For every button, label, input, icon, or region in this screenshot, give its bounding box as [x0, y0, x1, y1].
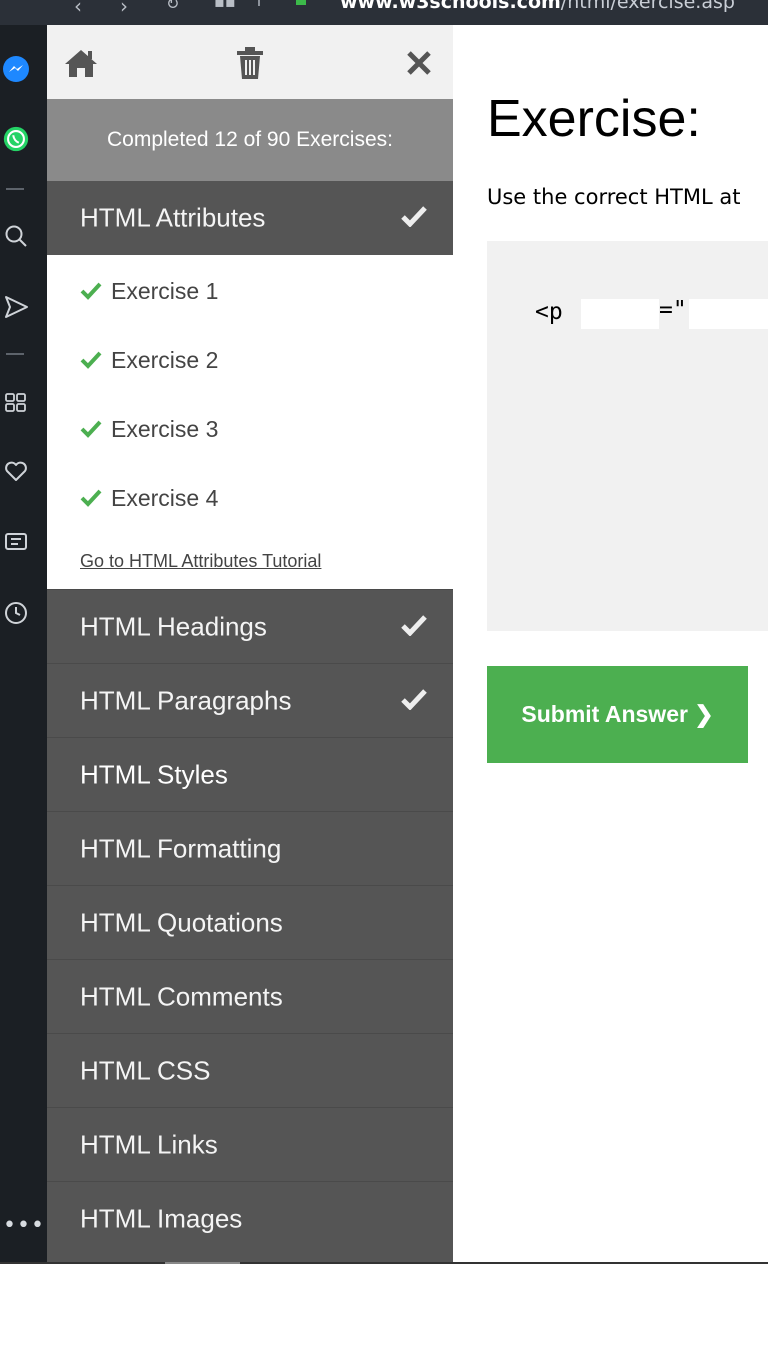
exercise-item-3[interactable]: Exercise 3 [80, 409, 218, 449]
trash-icon[interactable] [230, 43, 270, 83]
chapter-html-paragraphs[interactable]: HTML Paragraphs [47, 663, 453, 737]
chapter-title: HTML Comments [80, 981, 283, 1011]
code-open-tag: <p [535, 299, 563, 325]
code-equals: =" [659, 297, 687, 323]
chapter-html-quotations[interactable]: HTML Quotations [47, 885, 453, 959]
toolbar-separator [258, 0, 260, 6]
chapter-title: HTML Headings [80, 611, 267, 641]
search-icon[interactable] [2, 222, 30, 250]
close-icon[interactable] [399, 43, 439, 83]
code-editor: <p =" [487, 241, 768, 631]
chapter-title: HTML CSS [80, 1055, 211, 1085]
exercise-item-1[interactable]: Exercise 1 [80, 271, 218, 311]
exercise-list: Exercise 1 Exercise 2 Exercise 3 Exercis… [47, 255, 453, 589]
exercise-label: Exercise 2 [111, 346, 219, 373]
check-icon [401, 614, 427, 640]
chapter-html-images[interactable]: HTML Images [47, 1181, 453, 1255]
chapter-title: HTML Images [80, 1203, 243, 1233]
apps-grid-icon[interactable] [2, 388, 30, 416]
tutorial-link[interactable]: Go to HTML Attributes Tutorial [80, 551, 321, 572]
check-icon [80, 351, 102, 369]
attribute-name-input[interactable] [581, 299, 659, 329]
chapter-html-links[interactable]: HTML Links [47, 1107, 453, 1181]
exercise-item-4[interactable]: Exercise 4 [80, 478, 218, 518]
chapter-title: HTML Paragraphs [80, 685, 292, 715]
check-icon [80, 282, 102, 300]
exercise-label: Exercise 1 [111, 277, 219, 304]
chapter-html-headings[interactable]: HTML Headings [47, 589, 453, 663]
chapter-html-attributes[interactable]: HTML Attributes [47, 181, 453, 255]
exercise-main: Exercise: Use the correct HTML at <p =" … [453, 25, 768, 1262]
messenger-icon[interactable] [2, 55, 30, 83]
chapter-html-comments[interactable]: HTML Comments [47, 959, 453, 1033]
send-icon[interactable] [2, 293, 30, 321]
reload-icon[interactable]: ↻ [166, 0, 179, 13]
rail-divider [6, 353, 24, 355]
app-rail: ••• [0, 25, 47, 1262]
chapter-title: HTML Styles [80, 759, 228, 789]
tabs-grid-icon[interactable]: ▪▪ [214, 0, 236, 11]
history-icon[interactable] [2, 599, 30, 627]
exercise-item-2[interactable]: Exercise 2 [80, 340, 218, 380]
exercise-label: Exercise 3 [111, 415, 219, 442]
whatsapp-icon[interactable] [2, 125, 30, 153]
chapter-title: HTML Attributes [80, 202, 266, 233]
submit-answer-button[interactable]: Submit Answer ❯ [487, 666, 748, 763]
check-icon [401, 688, 427, 714]
chapter-title: HTML Links [80, 1129, 218, 1159]
chapter-html-css[interactable]: HTML CSS [47, 1033, 453, 1107]
browser-toolbar: ‹ › ↻ ▪▪ www.w3schools.com/html/exercise… [0, 0, 768, 25]
page-title: Exercise: [487, 90, 701, 148]
heart-icon[interactable] [2, 457, 30, 485]
rail-divider [6, 188, 24, 190]
bottom-edge [0, 1262, 768, 1264]
forward-icon[interactable]: › [120, 0, 128, 18]
scroll-thumb[interactable] [165, 1262, 240, 1264]
chapter-title: HTML Quotations [80, 907, 283, 937]
check-icon [80, 420, 102, 438]
check-icon [80, 489, 102, 507]
chapter-title: HTML Formatting [80, 833, 282, 863]
chapter-html-styles[interactable]: HTML Styles [47, 737, 453, 811]
exercise-menu: Completed 12 of 90 Exercises: HTML Attri… [47, 25, 453, 1262]
url-path: /html/exercise.asp [560, 0, 735, 13]
more-icon[interactable]: ••• [3, 1213, 45, 1238]
address-bar[interactable]: www.w3schools.com/html/exercise.asp [340, 0, 735, 13]
attribute-value-input[interactable] [689, 299, 768, 329]
exercise-instruction: Use the correct HTML at [487, 185, 741, 209]
secure-lock-icon [296, 0, 306, 5]
news-icon[interactable] [2, 528, 30, 556]
home-icon[interactable] [61, 43, 101, 83]
menu-toolbar [47, 25, 453, 99]
back-icon[interactable]: ‹ [74, 0, 82, 18]
url-host: www.w3schools.com [340, 0, 561, 13]
chapter-html-formatting[interactable]: HTML Formatting [47, 811, 453, 885]
check-icon [401, 205, 427, 231]
exercise-label: Exercise 4 [111, 484, 219, 511]
completed-progress: Completed 12 of 90 Exercises: [47, 99, 453, 181]
